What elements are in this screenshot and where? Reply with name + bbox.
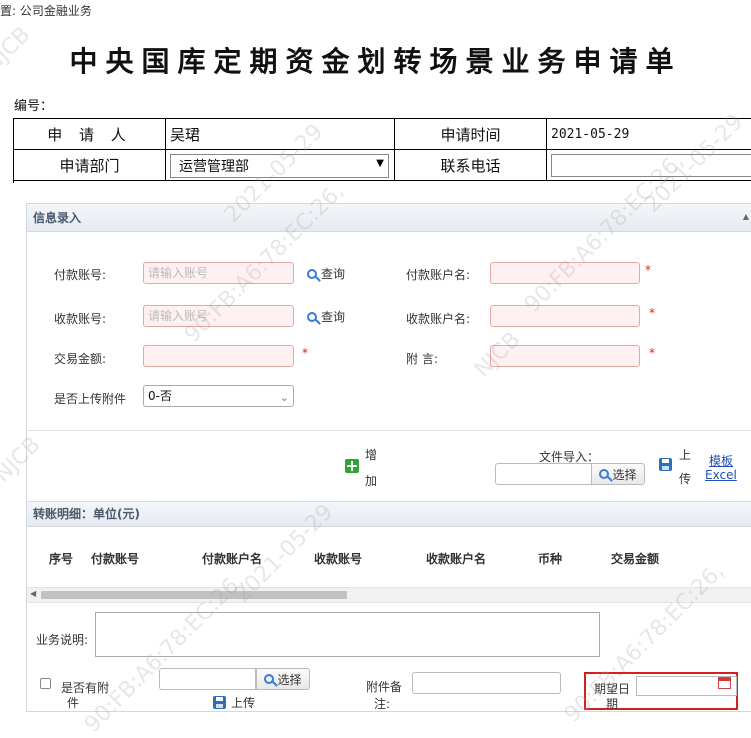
- required-mark: *: [649, 346, 655, 360]
- amount-input[interactable]: [143, 345, 294, 367]
- applicant-value: 吴珺: [166, 119, 395, 150]
- payee-account-label: 收款账号:: [54, 312, 107, 326]
- payee-query-button[interactable]: 查询: [307, 308, 345, 325]
- add-label-1: 增: [365, 448, 378, 462]
- panel-header: 信息录入: [27, 204, 751, 232]
- time-label: 申请时间: [395, 119, 547, 150]
- attach-note-label-1: 附件备: [366, 680, 403, 694]
- column-header: 币种: [538, 552, 563, 566]
- save-icon: [213, 696, 226, 709]
- phone-input[interactable]: [551, 154, 751, 177]
- remark-label: 附 言:: [406, 352, 438, 366]
- attach-choose-label: 选择: [277, 672, 302, 687]
- template-link[interactable]: 模板: [709, 452, 733, 469]
- expected-date-label-2: 期: [606, 697, 619, 711]
- scrollbar-thumb[interactable]: [41, 591, 347, 599]
- payee-query-label: 查询: [321, 310, 346, 324]
- payer-query-label: 查询: [321, 267, 346, 281]
- search-icon: [307, 268, 317, 279]
- attach-note-label-2: 注:: [374, 697, 391, 711]
- has-attach-checkbox[interactable]: [40, 678, 51, 689]
- column-header: 收款账户名: [426, 552, 487, 566]
- search-icon: [307, 311, 317, 322]
- attach-choose-button[interactable]: 选择: [256, 668, 310, 690]
- payee-name-input[interactable]: [490, 305, 640, 327]
- attach-select[interactable]: 0-否 ⌄: [143, 385, 294, 407]
- expected-date-group: 期望日 期: [584, 672, 738, 711]
- dept-cell: 运营管理部 ▼: [166, 150, 395, 181]
- header-row-1: 申 请 人 吴珺 申请时间 2021-05-29: [14, 119, 751, 150]
- dept-select-value: 运营管理部: [179, 159, 249, 175]
- upload-label-1: 上: [679, 448, 692, 462]
- add-icon: [345, 459, 359, 473]
- payer-name-input[interactable]: [490, 262, 640, 284]
- phone-cell: [547, 150, 751, 181]
- header-row-2: 申请部门 运营管理部 ▼ 联系电话: [14, 150, 751, 181]
- add-label-2: 加: [365, 474, 378, 488]
- attach-upload-button[interactable]: 上传: [213, 694, 255, 711]
- scroll-left-icon[interactable]: ◀: [30, 589, 36, 598]
- business-desc-textarea[interactable]: [95, 612, 600, 657]
- applicant-header-table: 申 请 人 吴珺 申请时间 2021-05-29 申请部门 运营管理部 ▼ 联系…: [13, 118, 751, 183]
- number-label: 编号：: [14, 99, 54, 114]
- save-icon: [659, 458, 672, 471]
- applicant-label: 申 请 人: [14, 119, 166, 150]
- column-header: 收款账号: [314, 552, 363, 566]
- search-icon: [264, 674, 275, 684]
- payee-name-label: 收款账户名:: [406, 312, 471, 326]
- payer-name-label: 付款账户名:: [406, 268, 471, 282]
- required-mark: *: [302, 346, 308, 360]
- attach-select-value: 0-否: [148, 389, 172, 403]
- details-table-header: 序号 付款账号 付款账户名 收款账号 收款账户名 币种 交易金额: [27, 550, 751, 570]
- dept-label: 申请部门: [14, 150, 166, 181]
- time-value: 2021-05-29: [547, 119, 751, 150]
- attach-label: 是否上传附件: [54, 392, 127, 406]
- column-header: 付款账号: [91, 552, 140, 566]
- has-attach-label-2: 件: [67, 696, 80, 710]
- chevron-down-icon: ⌄: [279, 391, 289, 404]
- column-header: 序号: [49, 552, 74, 566]
- page-title: 中央国库定期资金划转场景业务申请单: [69, 45, 682, 78]
- details-title: 转账明细：单位(元): [33, 507, 140, 521]
- file-import-input[interactable]: [495, 463, 592, 485]
- chevron-down-icon: ▼: [376, 158, 384, 169]
- choose-label: 选择: [612, 467, 637, 482]
- amount-label: 交易金额:: [54, 352, 107, 366]
- toolbar-divider: [27, 430, 751, 431]
- breadcrumb: 置: 公司金融业务: [0, 4, 92, 18]
- business-desc-label: 业务说明:: [36, 633, 89, 647]
- choose-file-button[interactable]: 选择: [591, 463, 645, 485]
- calendar-icon[interactable]: [718, 677, 731, 689]
- attach-file-input[interactable]: [159, 668, 256, 690]
- payer-query-button[interactable]: 查询: [307, 265, 345, 282]
- attach-upload-label: 上传: [231, 696, 256, 710]
- payer-account-label: 付款账号:: [54, 268, 107, 282]
- attach-note-input[interactable]: [412, 672, 561, 694]
- phone-label: 联系电话: [395, 150, 547, 181]
- column-header: 交易金额: [611, 552, 660, 566]
- required-mark: *: [645, 263, 651, 277]
- horizontal-scrollbar[interactable]: ◀: [27, 587, 751, 602]
- panel-title: 信息录入: [33, 211, 82, 225]
- template-link-excel[interactable]: Excel: [705, 468, 737, 482]
- info-panel: 信息录入 ▲ 付款账号: 请输入账号 查询 付款账户名: * 收款账号: 请输入…: [26, 203, 751, 712]
- payee-account-input[interactable]: 请输入账号: [143, 305, 294, 327]
- add-button[interactable]: [345, 459, 359, 476]
- upload-button[interactable]: [659, 458, 672, 474]
- scroll-up-icon[interactable]: ▲: [743, 212, 749, 221]
- bottom-divider: [27, 602, 751, 603]
- column-header: 付款账户名: [202, 552, 263, 566]
- dept-select[interactable]: 运营管理部 ▼: [170, 154, 389, 178]
- payer-account-input[interactable]: 请输入账号: [143, 262, 294, 284]
- remark-input[interactable]: [490, 345, 640, 367]
- upload-label-2: 传: [679, 472, 692, 486]
- search-icon: [599, 469, 610, 479]
- details-header: 转账明细：单位(元): [27, 501, 751, 527]
- required-mark: *: [649, 306, 655, 320]
